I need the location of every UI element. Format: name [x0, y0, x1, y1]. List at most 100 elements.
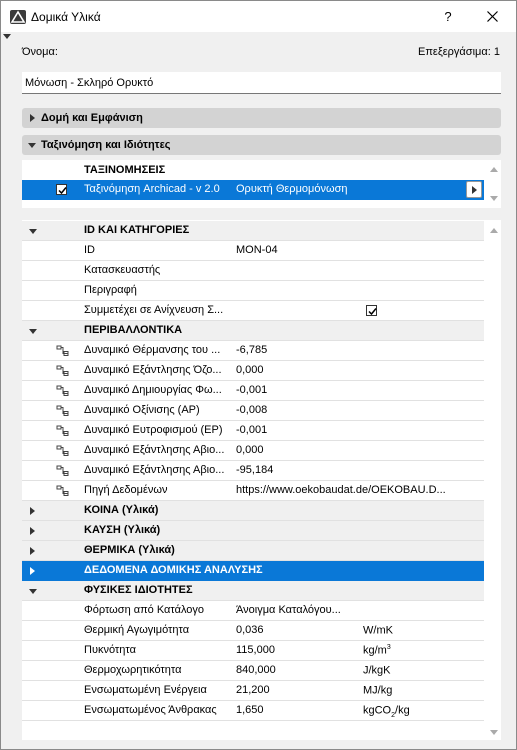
property-label: Δυναμικό Εξάντλησης Αβιο...: [84, 464, 225, 476]
triangle-right-icon: [30, 547, 35, 555]
building-materials-dialog: Δομικά Υλικά ? Όνομα: Επεξεργάσιμα: 1 Δο…: [0, 0, 517, 750]
property-value: 0,000: [236, 444, 264, 456]
property-row[interactable]: Περιγραφή: [22, 281, 484, 301]
property-label: Δυναμικό Θέρμανσης του ...: [84, 344, 221, 356]
group-id-categories[interactable]: ID ΚΑΙ ΚΑΤΗΓΟΡΙΕΣ: [22, 221, 484, 241]
property-label: Περιγραφή: [84, 284, 137, 296]
property-row[interactable]: Πυκνότητα 115,000 kg/m3: [22, 641, 484, 661]
scroll-up-icon[interactable]: [490, 228, 498, 233]
classification-checkbox[interactable]: [56, 184, 67, 195]
classification-value: Ορυκτή Θερμομόνωση: [236, 183, 348, 195]
linked-property-icon: [56, 465, 69, 476]
classification-row[interactable]: Ταξινόμηση Archicad - v 2.0 Ορυκτή Θερμο…: [22, 180, 484, 200]
property-value: 21,200: [236, 684, 270, 696]
checkmark-icon: [368, 308, 377, 316]
triangle-down-icon: [29, 329, 37, 334]
property-value: -95,184: [236, 464, 274, 476]
property-row[interactable]: ID MON-04: [22, 241, 484, 261]
property-row[interactable]: Δυναμικό Δημιουργίας Φω... -0,001: [22, 381, 484, 401]
close-icon: [486, 11, 498, 22]
triangle-right-icon: [30, 507, 35, 515]
property-value: 0,036: [236, 624, 264, 636]
classification-header: ΤΑΞΙΝΟΜΗΣΕΙΣ: [84, 164, 166, 176]
section-classification-properties[interactable]: Ταξινόμηση και Ιδιότητες: [22, 135, 501, 155]
group-title: ΘΕΡΜΙΚΑ (Υλικά): [84, 544, 175, 556]
property-label: Κατασκευαστής: [84, 264, 161, 276]
property-label: Δυναμικό Οξίνισης (AP): [84, 404, 200, 416]
group-title: ΠΕΡΙΒΑΛΛΟΝΤΙΚΑ: [84, 324, 183, 336]
property-row[interactable]: Δυναμικό Εξάντλησης Όζο... 0,000: [22, 361, 484, 381]
property-value: 840,000: [236, 664, 276, 676]
property-label: Φόρτωση από Κατάλογο: [84, 604, 205, 616]
property-row[interactable]: Ενσωματωμένος Άνθρακας 1,650 kgCO2/kg: [22, 701, 484, 721]
group-thermal[interactable]: ΘΕΡΜΙΚΑ (Υλικά): [22, 541, 484, 561]
property-unit: W/mK: [363, 624, 393, 637]
name-field[interactable]: [22, 72, 501, 94]
linked-property-icon: [56, 365, 69, 376]
property-row[interactable]: Δυναμικό Ευτροφισμού (EP) -0,001: [22, 421, 484, 441]
properties-panel: ID ΚΑΙ ΚΑΤΗΓΟΡΙΕΣ ID MON-04 Κατασκευαστή…: [22, 220, 501, 740]
property-row[interactable]: Συμμετέχει σε Ανίχνευση Σ...: [22, 301, 484, 321]
group-common[interactable]: ΚΟΙΝΑ (Υλικά): [22, 501, 484, 521]
property-label: Ενσωματωμένος Άνθρακας: [84, 704, 217, 716]
scroll-down-icon[interactable]: [490, 730, 498, 735]
property-row[interactable]: Πηγή Δεδομένων https://www.oekobaudat.de/…: [22, 481, 484, 501]
property-label: Ενσωματωμένη Ενέργεια: [84, 684, 207, 696]
group-physical[interactable]: ΦΥΣΙΚΕΣ ΙΔΙΟΤΗΤΕΣ: [22, 581, 484, 601]
property-unit: J/kgK: [363, 664, 391, 677]
window-title: Δομικά Υλικά: [31, 10, 101, 24]
section-structure-appearance[interactable]: Δομή και Εμφάνιση: [22, 108, 501, 128]
property-row[interactable]: Θερμική Αγωγιμότητα 0,036 W/mK: [22, 621, 484, 641]
scroll-down-icon[interactable]: [490, 196, 498, 201]
property-unit: kgCO2/kg: [363, 704, 410, 719]
archicad-logo-icon: [10, 10, 26, 24]
editable-count: Επεξεργάσιμα: 1: [418, 46, 500, 58]
close-button[interactable]: [477, 6, 507, 28]
property-value: 1,650: [236, 704, 264, 716]
property-row[interactable]: Θερμοχωρητικότητα 840,000 J/kgK: [22, 661, 484, 681]
property-value: 115,000: [236, 644, 275, 656]
group-combustion[interactable]: ΚΑΥΣΗ (Υλικά): [22, 521, 484, 541]
linked-property-icon: [56, 405, 69, 416]
property-unit: MJ/kg: [363, 684, 393, 697]
name-label: Όνομα:: [22, 46, 58, 58]
property-row[interactable]: Ενσωματωμένη Ενέργεια 21,200 MJ/kg: [22, 681, 484, 701]
classification-picker-button[interactable]: [466, 181, 482, 198]
property-value: -0,001: [236, 384, 268, 396]
linked-property-icon: [56, 385, 69, 396]
group-title: ΔΕΔΟΜΕΝΑ ΔΟΜΙΚΗΣ ΑΝΑΛΥΣΗΣ: [84, 564, 263, 576]
linked-property-icon: [56, 345, 69, 356]
group-title: ΦΥΣΙΚΕΣ ΙΔΙΟΤΗΤΕΣ: [84, 584, 193, 596]
group-title: ID ΚΑΙ ΚΑΤΗΓΟΡΙΕΣ: [84, 224, 190, 236]
property-row[interactable]: Κατασκευαστής: [22, 261, 484, 281]
help-button[interactable]: ?: [433, 6, 463, 28]
property-label: ID: [84, 244, 95, 256]
participates-checkbox[interactable]: [366, 305, 377, 316]
property-row[interactable]: Δυναμικό Θέρμανσης του ... -6,785: [22, 341, 484, 361]
property-value: 0,000: [236, 364, 264, 376]
classification-system: Ταξινόμηση Archicad - v 2.0: [84, 183, 220, 195]
triangle-right-icon: [30, 527, 35, 535]
property-label: Θερμοχωρητικότητα: [84, 664, 182, 676]
classification-header-row: ΤΑΞΙΝΟΜΗΣΕΙΣ: [22, 161, 484, 181]
group-environmental[interactable]: ΠΕΡΙΒΑΛΛΟΝΤΙΚΑ: [22, 321, 484, 341]
property-row[interactable]: Δυναμικό Εξάντλησης Αβιο... -95,184: [22, 461, 484, 481]
triangle-down-icon: [29, 589, 37, 594]
checkmark-icon: [58, 187, 67, 195]
scroll-up-icon[interactable]: [490, 167, 498, 172]
property-value: https://www.oekobaudat.de/OEKOBAU.D...: [236, 484, 446, 496]
property-row[interactable]: Δυναμικό Οξίνισης (AP) -0,008: [22, 401, 484, 421]
section-label: Δομή και Εμφάνιση: [41, 112, 143, 124]
group-structural-analysis[interactable]: ΔΕΔΟΜΕΝΑ ΔΟΜΙΚΗΣ ΑΝΑΛΥΣΗΣ: [22, 561, 484, 581]
property-row[interactable]: Φόρτωση από Κατάλογο Άνοιγμα Καταλόγου...: [22, 601, 484, 621]
property-value: -0,008: [236, 404, 268, 416]
property-row[interactable]: Δυναμικό Εξάντλησης Αβιο... 0,000: [22, 441, 484, 461]
section-label: Ταξινόμηση και Ιδιότητες: [41, 139, 171, 151]
property-label: Δυναμικό Εξάντλησης Αβιο...: [84, 444, 225, 456]
triangle-down-icon: [29, 229, 37, 234]
triangle-right-icon: [30, 114, 35, 122]
property-value: -0,001: [236, 424, 268, 436]
property-label: Δυναμικό Δημιουργίας Φω...: [84, 384, 222, 396]
property-label: Δυναμικό Εξάντλησης Όζο...: [84, 364, 222, 376]
panel-menu-icon[interactable]: [3, 34, 11, 39]
